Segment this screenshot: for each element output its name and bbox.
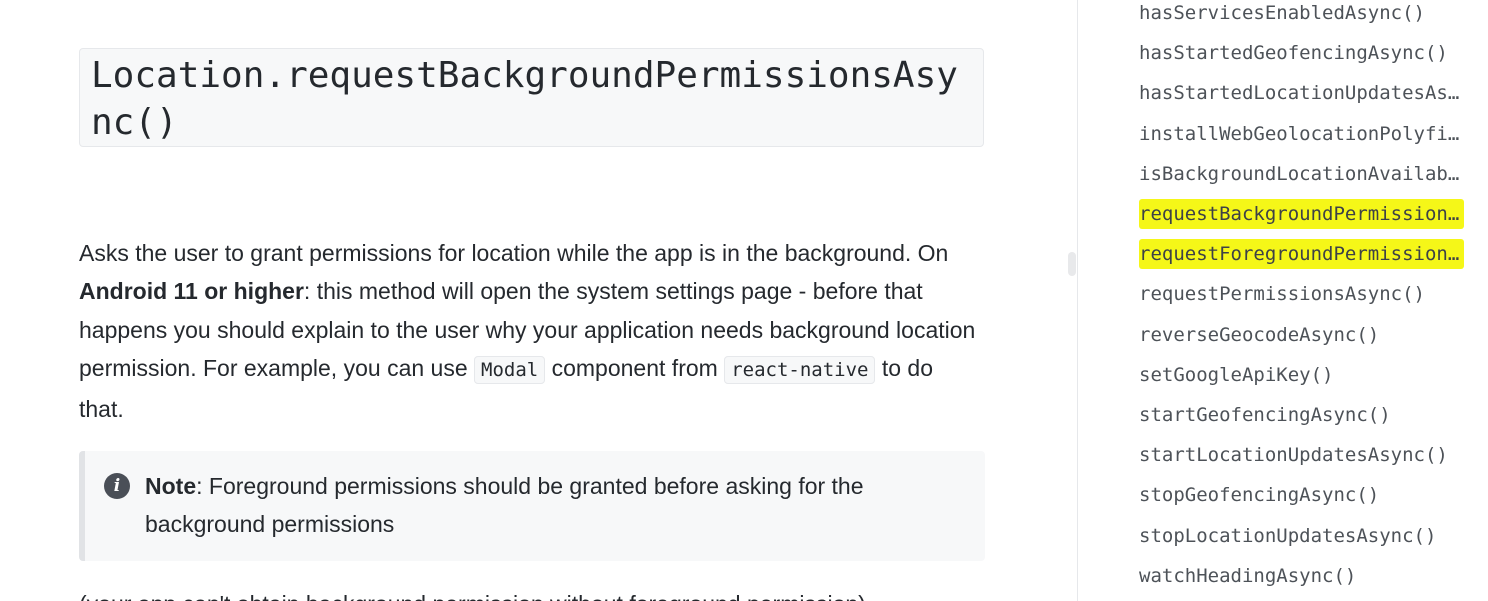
method-heading: Location.requestBackgroundPermissionsAsy… bbox=[79, 48, 984, 147]
toc-item-requestBackgroundPermissionsAsync[interactable]: requestBackgroundPermissionsAsync() bbox=[1139, 199, 1464, 229]
toc-item-requestForegroundPermissionsAsync[interactable]: requestForegroundPermissionsAsync() bbox=[1139, 239, 1464, 269]
toc-item-stopLocationUpdatesAsync[interactable]: stopLocationUpdatesAsync() bbox=[1139, 521, 1464, 551]
toc-item-stopGeofencingAsync[interactable]: stopGeofencingAsync() bbox=[1139, 480, 1464, 510]
description-text: component from bbox=[545, 355, 725, 382]
description-bold: Android 11 or higher bbox=[79, 278, 304, 305]
toc-item-startLocationUpdatesAsync[interactable]: startLocationUpdatesAsync() bbox=[1139, 440, 1464, 470]
note-body: : Foreground permissions should be grant… bbox=[145, 473, 864, 538]
toc-item-hasStartedGeofencingAsync[interactable]: hasStartedGeofencingAsync() bbox=[1139, 38, 1464, 68]
method-description: Asks the user to grant permissions for l… bbox=[79, 234, 979, 428]
toc-item-watchHeadingAsync[interactable]: watchHeadingAsync() bbox=[1139, 561, 1464, 591]
toc-item-hasStartedLocationUpdatesAsync[interactable]: hasStartedLocationUpdatesAsync() bbox=[1139, 78, 1464, 108]
toc-item-reverseGeocodeAsync[interactable]: reverseGeocodeAsync() bbox=[1139, 320, 1464, 350]
toc-item-requestPermissionsAsync[interactable]: requestPermissionsAsync() bbox=[1139, 279, 1464, 309]
toc-item-setGoogleApiKey[interactable]: setGoogleApiKey() bbox=[1139, 360, 1464, 390]
inline-code-react-native: react-native bbox=[724, 356, 876, 385]
scrollbar-thumb[interactable] bbox=[1068, 252, 1076, 276]
note-callout: i Note: Foreground permissions should be… bbox=[79, 451, 985, 561]
toc-item-startGeofencingAsync[interactable]: startGeofencingAsync() bbox=[1139, 400, 1464, 430]
note-text: Note: Foreground permissions should be g… bbox=[145, 467, 965, 544]
info-icon: i bbox=[104, 473, 130, 499]
inline-code-modal: Modal bbox=[474, 356, 546, 385]
toc-item-installWebGeolocationPolyfill[interactable]: installWebGeolocationPolyfill() bbox=[1139, 119, 1464, 149]
note-label: Note bbox=[145, 473, 197, 499]
table-of-contents-sidebar: hasServicesEnabledAsync() hasStartedGeof… bbox=[1078, 0, 1488, 601]
cutoff-paragraph: (your app can't obtain background permis… bbox=[79, 589, 872, 601]
main-content: Location.requestBackgroundPermissionsAsy… bbox=[0, 0, 1077, 601]
description-text: Asks the user to grant permissions for l… bbox=[79, 240, 949, 266]
toc-item-hasServicesEnabledAsync[interactable]: hasServicesEnabledAsync() bbox=[1139, 0, 1464, 28]
toc-item-isBackgroundLocationAvailableAsync[interactable]: isBackgroundLocationAvailableAsync() bbox=[1139, 159, 1464, 189]
